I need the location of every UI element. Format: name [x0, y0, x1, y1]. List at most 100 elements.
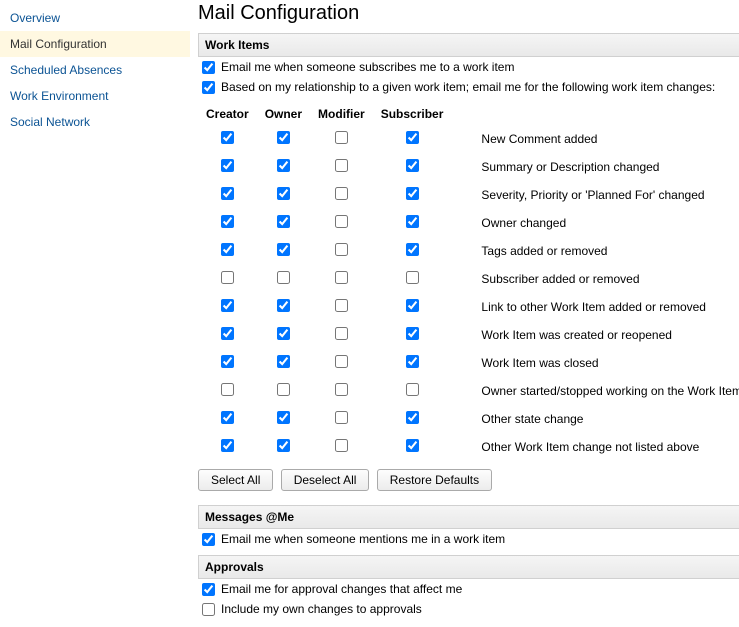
table-row: Work Item was closed [198, 349, 739, 377]
sidebar-item-scheduled-absences[interactable]: Scheduled Absences [0, 57, 190, 83]
checkbox-relationship[interactable] [202, 81, 215, 94]
table-row: Owner changed [198, 209, 739, 237]
label-approval-changes: Email me for approval changes that affec… [221, 582, 462, 596]
sidebar-item-work-environment[interactable]: Work Environment [0, 83, 190, 109]
matrix-checkbox[interactable] [406, 271, 419, 284]
table-row: Owner started/stopped working on the Wor… [198, 377, 739, 405]
table-row: Other state change [198, 405, 739, 433]
matrix-checkbox[interactable] [277, 411, 290, 424]
matrix-checkbox[interactable] [277, 131, 290, 144]
matrix-checkbox[interactable] [221, 383, 234, 396]
column-header-owner: Owner [257, 103, 310, 125]
matrix-checkbox[interactable] [221, 187, 234, 200]
matrix-checkbox[interactable] [335, 327, 348, 340]
matrix-checkbox[interactable] [277, 383, 290, 396]
section-approvals-header: Approvals [198, 555, 739, 579]
label-mention: Email me when someone mentions me in a w… [221, 532, 505, 546]
matrix-checkbox[interactable] [277, 187, 290, 200]
row-label: Subscriber added or removed [451, 265, 739, 293]
checkbox-subscribe-me[interactable] [202, 61, 215, 74]
matrix-checkbox[interactable] [277, 299, 290, 312]
row-label: Other state change [451, 405, 739, 433]
row-label: Owner changed [451, 209, 739, 237]
column-header-modifier: Modifier [310, 103, 373, 125]
matrix-checkbox[interactable] [335, 411, 348, 424]
matrix-checkbox[interactable] [335, 271, 348, 284]
checkbox-approval-changes[interactable] [202, 583, 215, 596]
sidebar: OverviewMail ConfigurationScheduled Abse… [0, 0, 190, 627]
matrix-checkbox[interactable] [221, 215, 234, 228]
matrix-checkbox[interactable] [221, 355, 234, 368]
column-header-creator: Creator [198, 103, 257, 125]
matrix-checkbox[interactable] [335, 243, 348, 256]
row-label: Work Item was closed [451, 349, 739, 377]
sidebar-item-social-network[interactable]: Social Network [0, 109, 190, 135]
matrix-checkbox[interactable] [406, 131, 419, 144]
matrix-checkbox[interactable] [406, 355, 419, 368]
matrix-checkbox[interactable] [221, 299, 234, 312]
row-label: Other Work Item change not listed above [451, 433, 739, 461]
matrix-checkbox[interactable] [277, 215, 290, 228]
select-all-button[interactable]: Select All [198, 469, 273, 491]
matrix-checkbox[interactable] [406, 215, 419, 228]
matrix-checkbox[interactable] [406, 411, 419, 424]
checkbox-include-own[interactable] [202, 603, 215, 616]
main-content: Mail Configuration Work Items Email me w… [190, 0, 739, 627]
work-item-matrix: CreatorOwnerModifierSubscriber New Comme… [198, 97, 739, 461]
deselect-all-button[interactable]: Deselect All [281, 469, 370, 491]
row-label: Link to other Work Item added or removed [451, 293, 739, 321]
matrix-checkbox[interactable] [221, 327, 234, 340]
row-label: Severity, Priority or 'Planned For' chan… [451, 181, 739, 209]
matrix-checkbox[interactable] [221, 411, 234, 424]
matrix-checkbox[interactable] [335, 131, 348, 144]
matrix-checkbox[interactable] [335, 299, 348, 312]
matrix-checkbox[interactable] [406, 383, 419, 396]
table-row: Link to other Work Item added or removed [198, 293, 739, 321]
matrix-checkbox[interactable] [335, 187, 348, 200]
matrix-checkbox[interactable] [406, 299, 419, 312]
label-include-own: Include my own changes to approvals [221, 602, 422, 616]
matrix-checkbox[interactable] [221, 439, 234, 452]
restore-defaults-button[interactable]: Restore Defaults [377, 469, 492, 491]
matrix-checkbox[interactable] [221, 159, 234, 172]
matrix-checkbox[interactable] [221, 131, 234, 144]
matrix-checkbox[interactable] [406, 439, 419, 452]
matrix-checkbox[interactable] [406, 243, 419, 256]
matrix-checkbox[interactable] [277, 271, 290, 284]
page-title: Mail Configuration [198, 2, 739, 25]
table-row: Tags added or removed [198, 237, 739, 265]
table-row: New Comment added [198, 125, 739, 153]
matrix-checkbox[interactable] [406, 159, 419, 172]
matrix-checkbox[interactable] [277, 355, 290, 368]
column-header-subscriber: Subscriber [373, 103, 452, 125]
checkbox-mention[interactable] [202, 533, 215, 546]
row-label: New Comment added [451, 125, 739, 153]
matrix-checkbox[interactable] [406, 187, 419, 200]
table-row: Work Item was created or reopened [198, 321, 739, 349]
matrix-checkbox[interactable] [406, 327, 419, 340]
matrix-checkbox[interactable] [335, 439, 348, 452]
section-messages-header: Messages @Me [198, 505, 739, 529]
section-work-items-header: Work Items [198, 33, 739, 57]
matrix-checkbox[interactable] [277, 439, 290, 452]
matrix-checkbox[interactable] [335, 159, 348, 172]
label-subscribe-me: Email me when someone subscribes me to a… [221, 60, 514, 74]
table-row: Subscriber added or removed [198, 265, 739, 293]
sidebar-item-mail-configuration[interactable]: Mail Configuration [0, 31, 190, 57]
table-row: Summary or Description changed [198, 153, 739, 181]
row-label: Tags added or removed [451, 237, 739, 265]
matrix-checkbox[interactable] [335, 355, 348, 368]
row-label: Summary or Description changed [451, 153, 739, 181]
matrix-checkbox[interactable] [277, 243, 290, 256]
matrix-checkbox[interactable] [277, 159, 290, 172]
matrix-checkbox[interactable] [221, 271, 234, 284]
row-label: Owner started/stopped working on the Wor… [451, 377, 739, 405]
matrix-checkbox[interactable] [221, 243, 234, 256]
matrix-checkbox[interactable] [335, 383, 348, 396]
sidebar-item-overview[interactable]: Overview [0, 5, 190, 31]
row-label: Work Item was created or reopened [451, 321, 739, 349]
matrix-checkbox[interactable] [335, 215, 348, 228]
table-row: Other Work Item change not listed above [198, 433, 739, 461]
table-row: Severity, Priority or 'Planned For' chan… [198, 181, 739, 209]
matrix-checkbox[interactable] [277, 327, 290, 340]
